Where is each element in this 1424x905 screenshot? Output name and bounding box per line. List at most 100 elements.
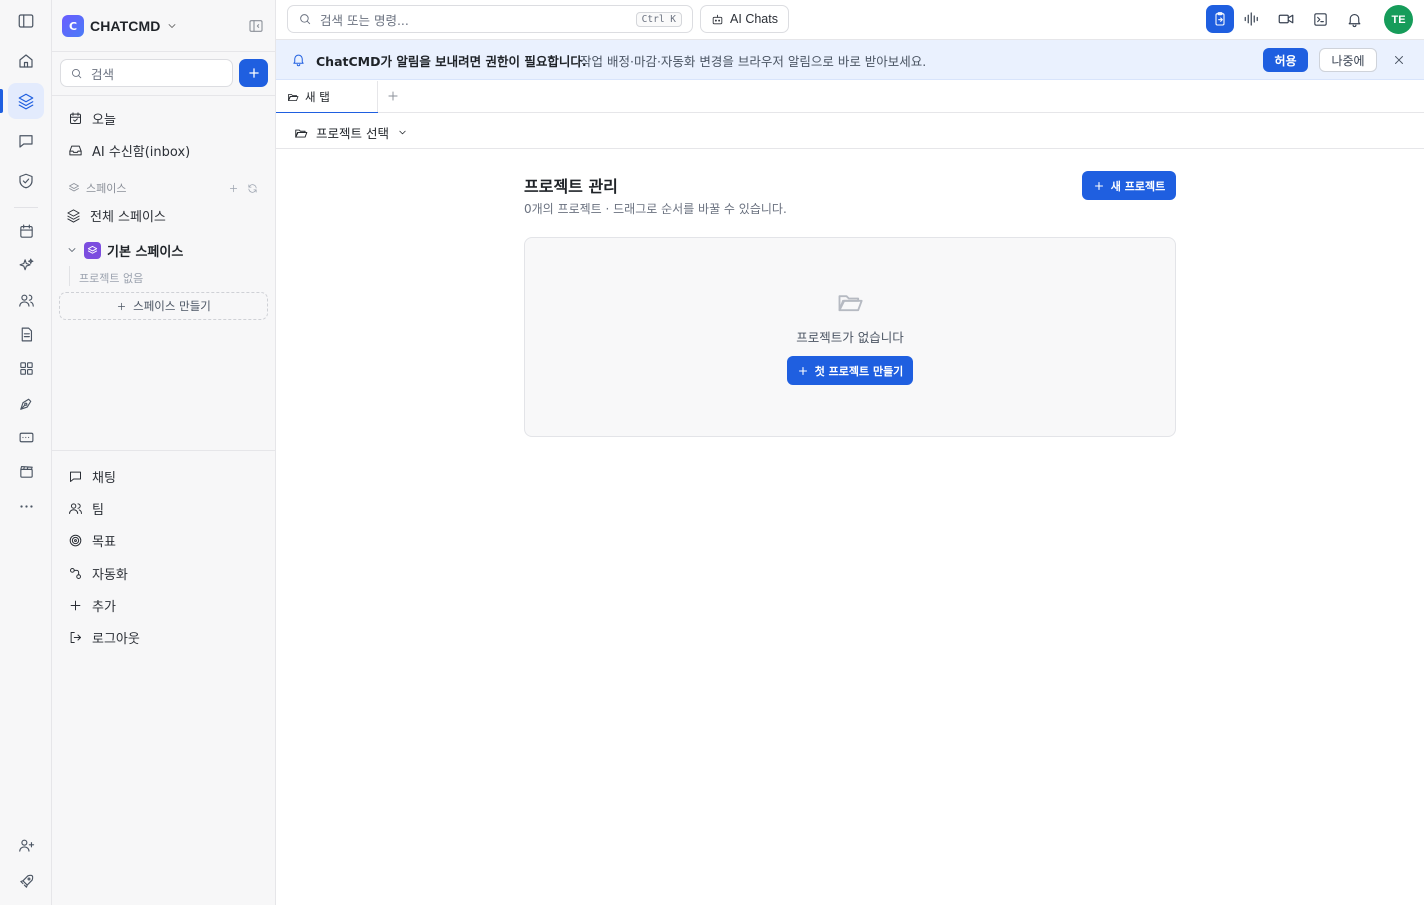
- close-icon[interactable]: [1392, 53, 1406, 67]
- top-bar: 검색 또는 명령... Ctrl K AI Chats TE: [276, 0, 1424, 40]
- allow-notifications-button[interactable]: 허용: [1263, 48, 1308, 72]
- automation-icon: [70, 567, 81, 579]
- shortcut-hint: Ctrl K: [635, 11, 682, 27]
- sidebar-divider: [52, 51, 276, 52]
- inbox-icon: [69, 145, 82, 155]
- later-button[interactable]: 나중에: [1319, 48, 1377, 72]
- rail-spaces-button[interactable]: [8, 83, 44, 119]
- voice-button[interactable]: [1238, 5, 1266, 33]
- sidebar-divider: [52, 95, 276, 96]
- sidebar-divider: [52, 450, 276, 451]
- sidebar-item-add[interactable]: 추가: [68, 594, 116, 616]
- clipboard-button[interactable]: [1206, 5, 1234, 33]
- icon-rail: [0, 0, 52, 905]
- rail-design-button[interactable]: [8, 385, 44, 421]
- rail-board-button[interactable]: [8, 419, 44, 455]
- chevron-down-icon: [399, 130, 406, 135]
- create-space-label: 스페이스 만들기: [133, 299, 211, 313]
- calendar-icon: [19, 224, 33, 238]
- sidebar-item-goals[interactable]: 목표: [68, 529, 116, 551]
- layers-icon: [67, 208, 80, 223]
- rail-calendar-button[interactable]: [8, 213, 44, 249]
- ai-chats-button[interactable]: AI Chats: [700, 5, 789, 33]
- add-space-icon[interactable]: [228, 183, 239, 194]
- rail-messages-button[interactable]: [8, 123, 44, 159]
- rail-ai-button[interactable]: [8, 247, 44, 283]
- sidebar-item-ai-inbox[interactable]: AI 수신함(inbox): [68, 139, 190, 161]
- user-plus-icon: [18, 839, 34, 852]
- rail-divider: [14, 207, 38, 208]
- empty-projects-card: 프로젝트가 없습니다 첫 프로젝트 만들기: [524, 237, 1176, 437]
- ai-chats-label: AI Chats: [730, 12, 778, 26]
- toggle-sidebar-button[interactable]: [8, 3, 44, 39]
- workspace-switcher[interactable]: C CHATCMD: [62, 14, 178, 38]
- banner-title: ChatCMD가 알림을 보내려면 권한이 필요합니다.: [316, 54, 587, 69]
- sidebar-item-automation[interactable]: 자동화: [68, 562, 128, 584]
- refresh-icon[interactable]: [247, 183, 258, 194]
- sidebar-search-input[interactable]: 검색: [60, 59, 233, 87]
- empty-state-text: 프로젝트가 없습니다: [796, 330, 904, 345]
- new-project-label: 새 프로젝트: [1110, 179, 1166, 193]
- sidebar-item-chat[interactable]: 채팅: [68, 465, 116, 487]
- notifications-button[interactable]: [1340, 5, 1368, 33]
- rail-media-button[interactable]: [8, 453, 44, 489]
- command-search-input[interactable]: 검색 또는 명령... Ctrl K: [287, 5, 693, 33]
- new-project-button[interactable]: 새 프로젝트: [1082, 171, 1176, 200]
- users-icon: [18, 294, 34, 307]
- banner-description: 작업 배정·마감·자동화 변경을 브라우저 알림으로 바로 받아보세요.: [580, 54, 927, 69]
- brand-logo: C: [62, 15, 84, 37]
- collapse-sidebar-button[interactable]: [248, 18, 264, 34]
- plus-icon: [798, 366, 807, 375]
- clipboard-icon: [1215, 12, 1225, 26]
- plus-icon: [1094, 181, 1103, 190]
- sidebar-item-team[interactable]: 팀: [68, 497, 104, 519]
- plus-icon: [248, 68, 259, 78]
- space-badge-icon: [84, 241, 101, 259]
- search-icon: [300, 14, 311, 25]
- rail-launch-button[interactable]: [8, 863, 44, 899]
- home-icon: [19, 54, 33, 68]
- sidebar-item-all-spaces[interactable]: 전체 스페이스: [66, 204, 166, 226]
- space-default[interactable]: 기본 스페이스: [66, 241, 184, 260]
- rail-docs-button[interactable]: [8, 316, 44, 352]
- page-subtitle: 0개의 프로젝트 · 드래그로 순서를 바꿀 수 있습니다.: [524, 202, 787, 216]
- create-space-button[interactable]: 스페이스 만들기: [59, 292, 268, 320]
- team-icon: [69, 502, 82, 514]
- rail-apps-button[interactable]: [8, 350, 44, 386]
- sidebar-item-label: 로그아웃: [92, 631, 140, 647]
- more-icon: [19, 504, 33, 508]
- rail-security-button[interactable]: [8, 163, 44, 199]
- rail-users-button[interactable]: [8, 282, 44, 318]
- add-tab-icon[interactable]: [386, 89, 400, 103]
- clapperboard-icon: [19, 465, 33, 478]
- project-select-dropdown[interactable]: 프로젝트 선택: [294, 123, 408, 142]
- sidebar: C CHATCMD 검색 오늘 AI 수신함(inbox) 스페이스 전체 스페…: [52, 0, 276, 905]
- sidebar-add-button[interactable]: [239, 59, 268, 87]
- rail-home-button[interactable]: [8, 43, 44, 79]
- sidebar-item-label: 목표: [92, 534, 116, 550]
- space-name: 기본 스페이스: [107, 244, 184, 260]
- sidebar-item-label: 자동화: [92, 567, 128, 583]
- notification-permission-banner: ChatCMD가 알림을 보내려면 권한이 필요합니다. 작업 배정·마감·자동…: [276, 40, 1424, 80]
- terminal-button[interactable]: [1306, 5, 1334, 33]
- calendar-icon: [70, 111, 81, 124]
- search-icon: [72, 68, 82, 78]
- workspace-name: CHATCMD: [90, 18, 161, 34]
- video-icon: [1278, 14, 1294, 24]
- create-first-project-button[interactable]: 첫 프로젝트 만들기: [787, 356, 913, 385]
- sidebar-item-label: 전체 스페이스: [90, 209, 166, 225]
- sidebar-item-label: AI 수신함(inbox): [92, 144, 191, 160]
- plus-icon: [118, 302, 126, 310]
- tree-line: [69, 266, 70, 286]
- layers-icon: [18, 93, 34, 110]
- rocket-icon: [19, 874, 33, 888]
- rail-invite-button[interactable]: [8, 827, 44, 863]
- user-avatar[interactable]: TE: [1384, 5, 1413, 34]
- folder-open-icon: [295, 129, 308, 138]
- sidebar-item-logout[interactable]: 로그아웃: [68, 626, 140, 648]
- rail-more-button[interactable]: [8, 488, 44, 524]
- sidebar-item-today[interactable]: 오늘: [68, 107, 116, 129]
- layers-icon: [87, 245, 98, 254]
- tab-new[interactable]: 새 탭: [276, 81, 378, 114]
- video-button[interactable]: [1272, 5, 1300, 33]
